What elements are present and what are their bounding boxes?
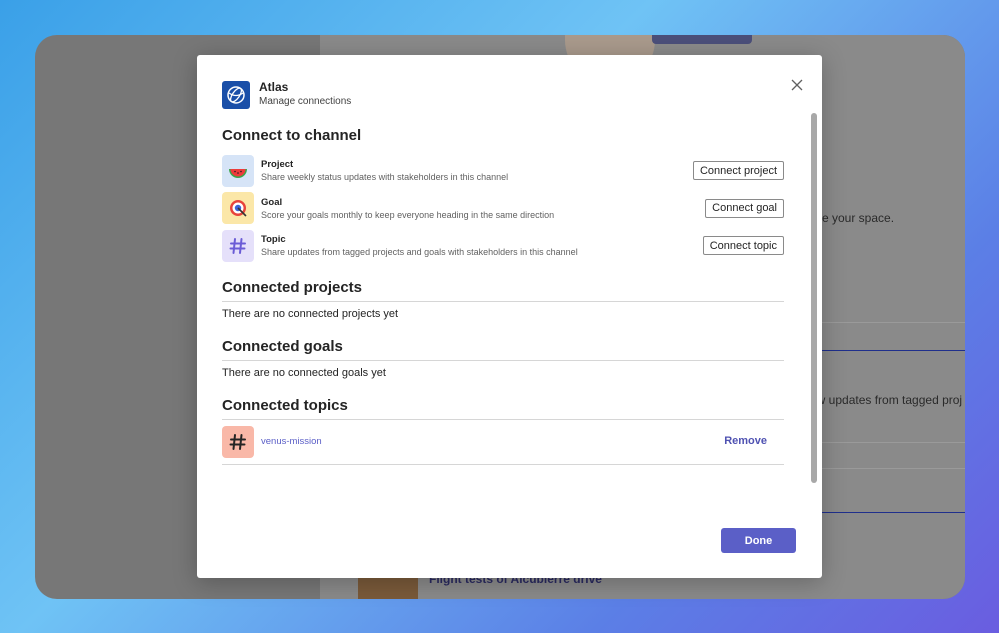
connect-project-button[interactable]: Connect project — [692, 161, 784, 180]
connect-option-topic: Topic Share updates from tagged projects… — [222, 227, 784, 265]
connected-goals-empty: There are no connected goals yet — [222, 366, 386, 379]
close-icon — [791, 79, 803, 91]
background-text-updates: ow updates from tagged proj — [810, 393, 963, 407]
background-row-line — [822, 512, 965, 513]
divider — [222, 463, 784, 465]
atlas-logo — [222, 80, 250, 109]
background-row-divider — [822, 322, 965, 323]
connect-section-title: Connect to channel — [222, 127, 362, 144]
divider — [222, 359, 784, 361]
hash-icon — [222, 229, 254, 262]
connected-goals-title: Connected goals — [222, 337, 343, 355]
dialog-scrollbar[interactable] — [811, 113, 817, 483]
connected-projects-title: Connected projects — [222, 278, 363, 296]
connected-topics-title: Connected topics — [222, 396, 348, 414]
option-description: Score your goals monthly to keep everyon… — [261, 209, 555, 220]
connect-goal-button[interactable]: Connect goal — [705, 198, 784, 218]
background-row-divider — [822, 468, 965, 469]
dialog-header: Atlas Manage connections — [222, 80, 351, 109]
app-title: Atlas — [259, 80, 289, 94]
watermelon-icon — [222, 154, 254, 187]
option-name: Project — [261, 159, 294, 171]
connect-topic-button[interactable]: Connect topic — [702, 236, 784, 255]
connected-projects-empty: There are no connected projects yet — [222, 307, 399, 320]
option-description: Share updates from tagged projects and g… — [261, 247, 578, 258]
connect-option-project: Project Share weekly status updates with… — [222, 152, 784, 190]
dialog-content: Connect to channel Project Share weekly … — [222, 127, 784, 465]
remove-topic-button[interactable]: Remove — [724, 435, 767, 447]
topic-row: venus-mission Remove — [222, 420, 784, 464]
globe-icon — [227, 85, 245, 104]
option-name: Goal — [261, 196, 283, 208]
background-row-divider — [822, 442, 965, 443]
connect-option-goal: Goal Score your goals monthly to keep ev… — [222, 190, 784, 228]
option-description: Share weekly status updates with stakeho… — [261, 172, 509, 183]
background-row-line — [822, 350, 965, 351]
close-button[interactable] — [787, 75, 807, 95]
background-tab — [652, 35, 752, 44]
manage-connections-dialog: Atlas Manage connections Connect to chan… — [197, 55, 822, 578]
background-card-thumbnail — [358, 575, 418, 599]
divider — [222, 300, 784, 302]
option-name: Topic — [261, 234, 286, 246]
hash-icon — [222, 425, 254, 458]
done-button[interactable]: Done — [721, 528, 796, 553]
target-icon — [222, 192, 254, 225]
app-subtitle: Manage connections — [259, 96, 352, 107]
topic-name[interactable]: venus-mission — [261, 436, 322, 447]
background-text-space: e your space. — [822, 211, 895, 225]
